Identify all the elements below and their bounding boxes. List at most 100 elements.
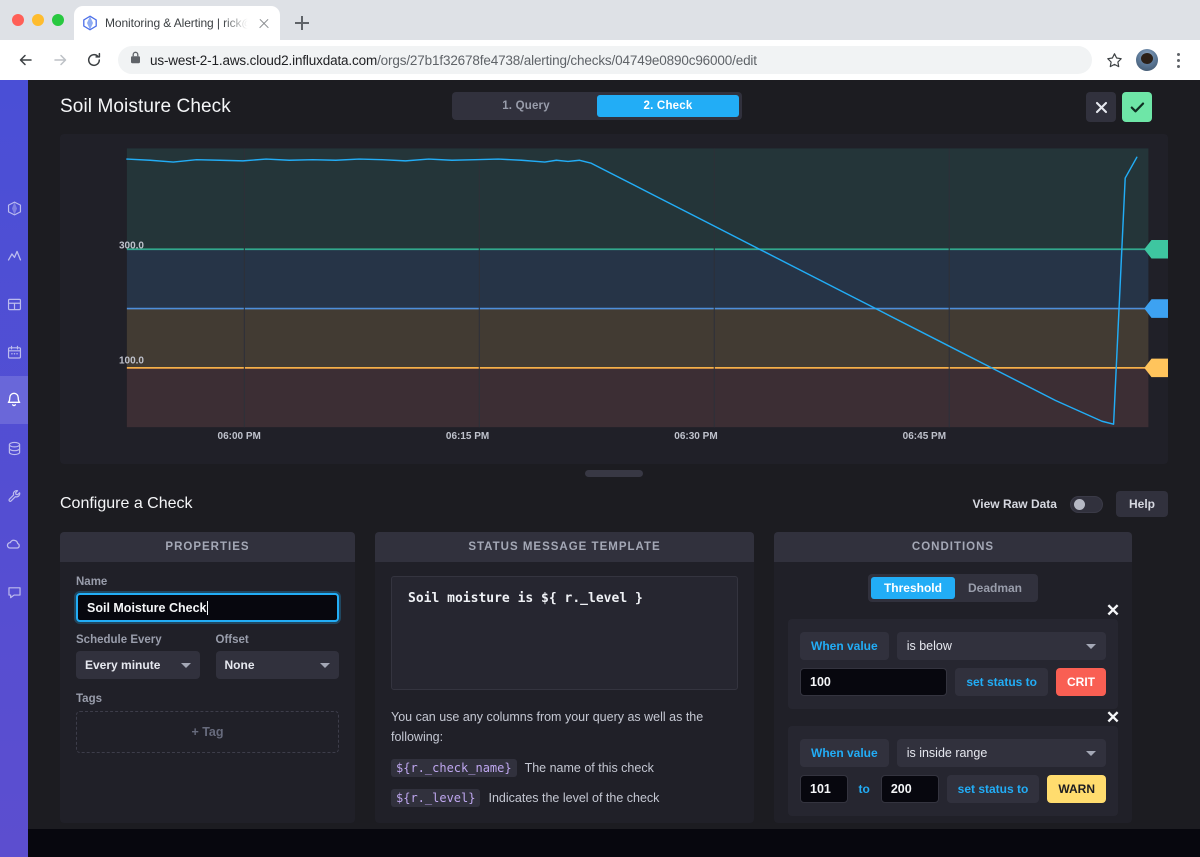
check-preview-graph[interactable]: 300.0100.006:00 PM06:15 PM06:30 PM06:45 … [60,134,1168,464]
cancel-button[interactable] [1086,92,1116,122]
header-actions [1086,92,1152,122]
properties-panel-title: PROPERTIES [60,532,355,562]
sidebar-item-dashboards[interactable] [0,280,28,328]
condition-rule-crit: ✕ When value is below [788,619,1118,709]
configure-header: Configure a Check View Raw Data Help [60,490,1168,518]
window-controls [10,0,74,40]
maximize-window-button[interactable] [52,14,64,26]
browser-window: Monitoring & Alerting | rick@in us-west-… [0,0,1200,857]
chevron-down-icon [1086,751,1096,756]
status-message-help-text: You can use any columns from your query … [391,707,738,747]
configure-panels: PROPERTIES Name Soil Moisture Check Sche… [60,532,1168,823]
threshold-value-input[interactable]: 100 [800,668,947,696]
browser-menu-button[interactable] [1166,46,1190,74]
variable-description: The name of this check [525,761,654,775]
address-bar[interactable]: us-west-2-1.aws.cloud2.influxdata.com/or… [118,46,1092,74]
variable-row: ${r._check_name} The name of this check [391,759,738,777]
panel-resize-handle[interactable] [585,470,643,477]
reload-button[interactable] [78,44,110,76]
influxdb-app: Soil Moisture Check 1. Query 2. Check [0,80,1200,857]
condition-operator-row: When value is inside range [800,739,1106,767]
configure-header-actions: View Raw Data Help [973,491,1169,517]
conditions-body: Threshold Deadman ✕ When value [774,562,1132,816]
offset-dropdown[interactable]: None [216,651,340,679]
operator-dropdown[interactable]: is below [897,632,1106,660]
offset-field: Offset None [216,634,340,679]
save-button[interactable] [1122,92,1152,122]
remove-condition-icon[interactable]: ✕ [1104,709,1122,727]
app-content: Soil Moisture Check 1. Query 2. Check [28,80,1200,857]
tab-threshold[interactable]: Threshold [871,577,955,599]
browser-tab[interactable]: Monitoring & Alerting | rick@in [74,6,280,40]
schedule-offset-row: Schedule Every Every minute Offset [76,634,339,679]
tab-deadman[interactable]: Deadman [955,577,1035,599]
sidebar-item-cloud[interactable] [0,520,28,568]
chevron-down-icon [181,663,191,668]
when-value-label: When value [800,739,889,767]
variable-token: ${r._level} [391,789,480,807]
back-button[interactable] [10,44,42,76]
variable-row: ${r._level} Indicates the level of the c… [391,789,738,807]
minimize-window-button[interactable] [32,14,44,26]
status-message-textarea[interactable]: Soil moisture is ${ r._level } [391,576,738,690]
tab-check[interactable]: 2. Check [597,95,739,117]
forward-button[interactable] [44,44,76,76]
close-tab-icon[interactable] [256,15,272,31]
condition-operator-row: When value is below [800,632,1106,660]
properties-panel: PROPERTIES Name Soil Moisture Check Sche… [60,532,355,823]
tab-query[interactable]: 1. Query [455,95,597,117]
condition-value-row: 101 to 200 set status to WARN [800,775,1106,803]
help-button[interactable]: Help [1116,491,1168,517]
operator-dropdown[interactable]: is inside range [897,739,1106,767]
new-tab-button[interactable] [288,9,316,37]
name-label: Name [76,576,339,588]
bookmark-star-icon[interactable] [1100,46,1128,74]
close-window-button[interactable] [12,14,24,26]
sidebar-item-explore[interactable] [0,232,28,280]
sidebar-item-settings[interactable] [0,472,28,520]
check-name-value: Soil Moisture Check [87,601,206,615]
offset-label: Offset [216,634,340,646]
tab-title: Monitoring & Alerting | rick@in [105,16,249,30]
text-caret [207,601,208,615]
range-min-input[interactable]: 101 [800,775,848,803]
schedule-field: Schedule Every Every minute [76,634,200,679]
view-raw-data-label: View Raw Data [973,497,1057,511]
section-title: Configure a Check [60,495,193,513]
profile-avatar[interactable] [1136,49,1158,71]
range-separator-label: to [856,782,873,796]
tab-strip: Monitoring & Alerting | rick@in [0,0,1200,40]
tags-label: Tags [76,693,339,705]
sidebar-item-feedback[interactable] [0,568,28,616]
x-axis-tick: 06:30 PM [674,431,717,442]
schedule-every-dropdown[interactable]: Every minute [76,651,200,679]
chevron-down-icon [320,663,330,668]
check-editor-page: Soil Moisture Check 1. Query 2. Check [28,80,1200,829]
status-message-panel-title: STATUS MESSAGE TEMPLATE [375,532,754,562]
threshold-line-chart [60,134,1168,473]
remove-condition-icon[interactable]: ✕ [1104,602,1122,620]
view-raw-data-toggle[interactable] [1070,496,1103,513]
step-switcher: 1. Query 2. Check [452,92,742,120]
left-navigation [0,80,28,857]
sidebar-item-load-data[interactable] [0,424,28,472]
check-name-input[interactable]: Soil Moisture Check [76,593,339,622]
checkmark-icon [1130,101,1145,114]
set-status-to-label: set status to [955,668,1048,696]
x-axis-tick: 06:15 PM [446,431,489,442]
editor-header: Soil Moisture Check 1. Query 2. Check [28,80,1200,134]
sidebar-item-tasks[interactable] [0,328,28,376]
range-max-input[interactable]: 200 [881,775,939,803]
offset-value: None [225,658,255,672]
page-title: Soil Moisture Check [60,96,231,118]
x-axis-tick: 06:45 PM [903,431,946,442]
conditions-panel: CONDITIONS Threshold Deadman ✕ [774,532,1132,823]
sidebar-item-data-explorer[interactable] [0,184,28,232]
variable-token: ${r._check_name} [391,759,517,777]
sidebar-item-alerts[interactable] [0,376,28,424]
lock-icon [130,51,141,69]
status-badge-warn[interactable]: WARN [1047,775,1106,803]
conditions-panel-title: CONDITIONS [774,532,1132,562]
add-tag-button[interactable]: + Tag [76,711,339,753]
status-badge-crit[interactable]: CRIT [1056,668,1106,696]
